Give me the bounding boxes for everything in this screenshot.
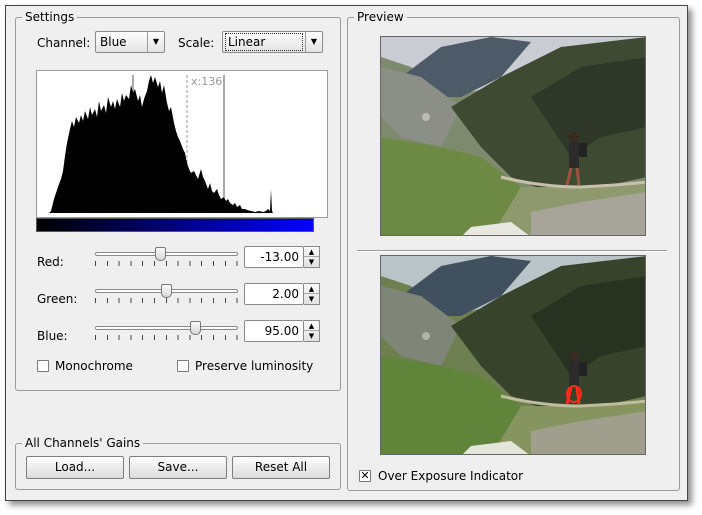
red-slider[interactable]: [95, 246, 240, 268]
channel-gradient-bar: [36, 218, 314, 232]
spin-up-icon[interactable]: ▲: [304, 247, 319, 257]
spin-up-icon[interactable]: ▲: [304, 321, 319, 331]
reset-all-button[interactable]: Reset All: [232, 456, 330, 479]
channel-label: Channel:: [37, 36, 91, 50]
scale-combo-value: Linear: [225, 33, 303, 51]
blue-slider-ticks: [95, 335, 240, 340]
chevron-down-icon: ▼: [147, 32, 164, 52]
chevron-down-icon: ▼: [305, 32, 322, 52]
red-value-input[interactable]: -13.00: [244, 246, 304, 268]
preview-separator: [357, 250, 667, 252]
monochrome-checkbox[interactable]: [37, 360, 49, 372]
preview-original-image: [380, 36, 646, 236]
spin-down-icon[interactable]: ▼: [304, 257, 319, 267]
save-button[interactable]: Save...: [129, 456, 227, 479]
preview-processed-image: [380, 255, 646, 455]
red-label: Red:: [37, 255, 64, 269]
blue-value-input[interactable]: 95.00: [244, 320, 304, 342]
monochrome-label[interactable]: Monochrome: [55, 358, 133, 374]
red-spin-buttons: ▲ ▼: [304, 246, 320, 268]
blue-slider-track: [95, 326, 238, 330]
blue-label: Blue:: [37, 329, 68, 343]
blue-slider[interactable]: [95, 320, 240, 342]
preview-group-title: Preview: [354, 9, 407, 25]
red-slider-track: [95, 252, 238, 256]
red-spinbox[interactable]: -13.00 ▲ ▼: [244, 246, 320, 268]
red-slider-thumb[interactable]: [155, 247, 166, 261]
scale-label: Scale:: [178, 36, 215, 50]
blue-spin-buttons: ▲ ▼: [304, 320, 320, 342]
blue-slider-thumb[interactable]: [190, 321, 201, 335]
reset-all-button-label: Reset All: [254, 460, 308, 474]
over-exposure-label[interactable]: Over Exposure Indicator: [378, 468, 523, 484]
spin-up-icon[interactable]: ▲: [304, 284, 319, 294]
channel-mixer-window: Settings Channel: Blue ▼ Scale: Linear ▼…: [5, 5, 688, 501]
histogram-svg: [49, 75, 273, 213]
blue-spinbox[interactable]: 95.00 ▲ ▼: [244, 320, 320, 342]
load-button-label: Load...: [54, 460, 96, 474]
spin-down-icon[interactable]: ▼: [304, 294, 319, 304]
preserve-luminosity-checkbox[interactable]: [177, 360, 189, 372]
channel-combo[interactable]: Blue ▼: [95, 31, 165, 53]
histogram-view[interactable]: x:136: [36, 70, 328, 218]
processed-landscape-svg: [381, 256, 645, 454]
over-exposure-checkbox[interactable]: ✕: [359, 470, 371, 482]
original-landscape-svg: [381, 37, 645, 235]
spin-down-icon[interactable]: ▼: [304, 331, 319, 341]
green-slider[interactable]: [95, 283, 240, 305]
load-button[interactable]: Load...: [26, 456, 124, 479]
gains-group-title: All Channels' Gains: [22, 435, 144, 451]
histogram-cursor-readout: x:136: [191, 75, 223, 88]
channel-combo-value: Blue: [100, 35, 127, 49]
red-slider-ticks: [95, 261, 240, 266]
green-label: Green:: [37, 292, 78, 306]
green-spin-buttons: ▲ ▼: [304, 283, 320, 305]
settings-group: Settings Channel: Blue ▼ Scale: Linear ▼…: [15, 9, 341, 391]
green-value-input[interactable]: 2.00: [244, 283, 304, 305]
settings-group-title: Settings: [22, 9, 78, 25]
scale-combo[interactable]: Linear ▼: [222, 31, 323, 53]
green-slider-thumb[interactable]: [161, 284, 172, 298]
gains-group: All Channels' Gains Load... Save... Rese…: [15, 435, 341, 490]
green-spinbox[interactable]: 2.00 ▲ ▼: [244, 283, 320, 305]
checkmark-icon: ✕: [360, 469, 370, 482]
preview-group: Preview ✕ Over Exposure Indicator: [347, 9, 680, 491]
save-button-label: Save...: [157, 460, 199, 474]
histogram-shape: [49, 75, 273, 213]
preserve-luminosity-label[interactable]: Preserve luminosity: [195, 358, 313, 374]
green-slider-ticks: [95, 298, 240, 303]
